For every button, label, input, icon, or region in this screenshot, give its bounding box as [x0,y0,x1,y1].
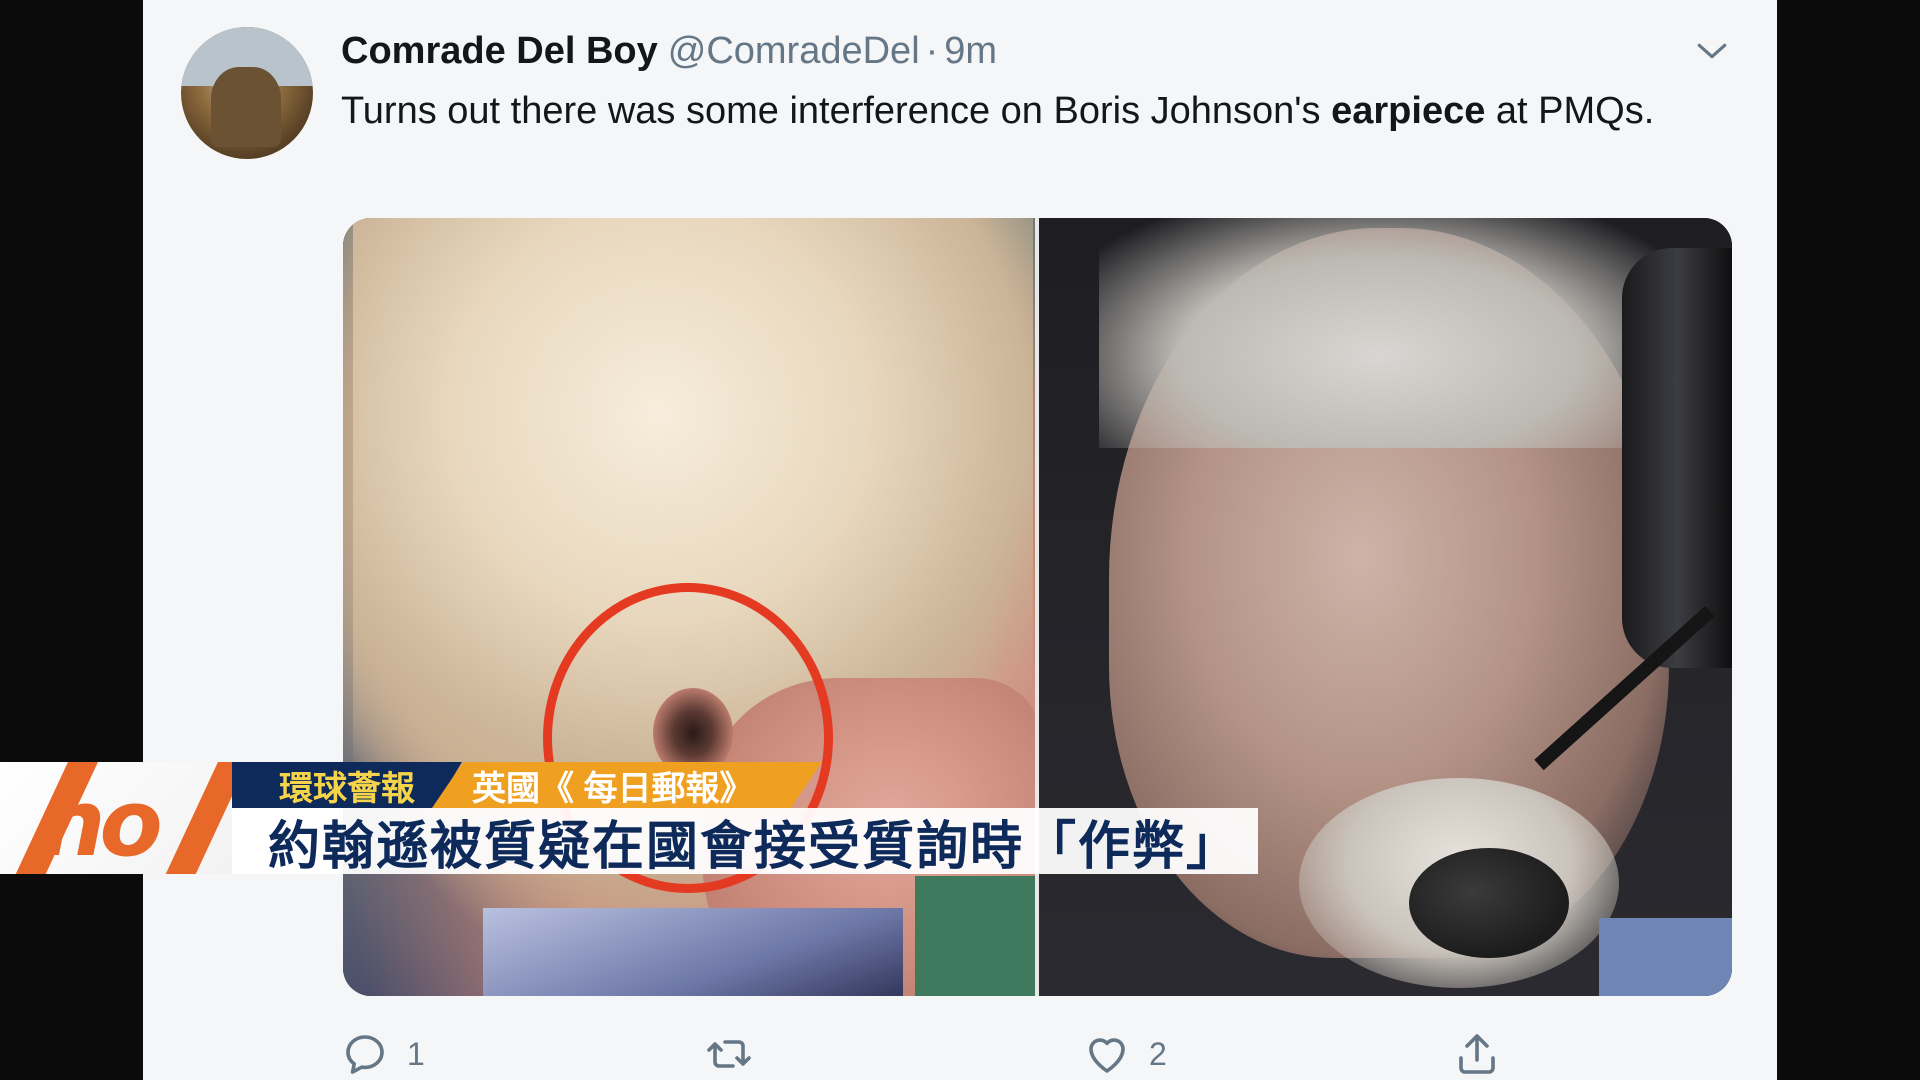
separator-dot: · [925,30,939,72]
user-handle[interactable]: @ComradeDel [668,30,920,72]
retweet-icon [707,1040,751,1068]
display-name[interactable]: Comrade Del Boy [341,30,658,72]
image-headset [1622,248,1732,668]
logo-text: no [40,770,163,874]
like-button[interactable]: 2 [1083,1030,1167,1078]
reply-button[interactable]: 1 [341,1030,425,1078]
image-background [915,876,1035,996]
tweet-card[interactable]: Comrade Del Boy @ComradeDel · 9m Turns out … [143,0,1777,1080]
channel-logo: no [0,762,232,874]
logo-stripe [152,762,232,874]
source-label: 英國《 每日郵報》 [432,762,822,808]
tweet-text-part: at PMQs. [1485,90,1655,132]
tweet-time[interactable]: 9m [944,30,997,72]
avatar[interactable] [181,27,313,159]
ticker-tags: 環球薈報 英國《 每日郵報》 [232,762,822,808]
tweet-text-bold: earpiece [1331,90,1486,132]
media-image-right[interactable] [1039,218,1732,996]
chevron-down-icon[interactable] [1695,34,1729,68]
tweet-text: Turns out there was some interference on… [341,84,1681,138]
heart-icon [1089,1038,1125,1073]
like-count: 2 [1149,1035,1167,1072]
program-label: 環球薈報 [232,762,462,808]
retweet-button[interactable] [705,1030,771,1078]
tweet-text-part: Turns out there was some interference on… [341,90,1332,132]
image-microphone [1409,848,1569,958]
tweet-header: Comrade Del Boy @ComradeDel · 9m [341,30,997,73]
tweet-media[interactable] [343,218,1732,996]
image-shirt [1599,918,1732,996]
share-icon [1459,1034,1495,1074]
avatar-figure [211,67,281,147]
reply-count: 1 [407,1035,425,1072]
image-hair [1099,218,1659,448]
news-ticker: no 環球薈報 英國《 每日郵報》 約翰遜被質疑在國會接受質詢時「作弊」 [0,762,1258,876]
ticker-headline: 約翰遜被質疑在國會接受質詢時「作弊」 [232,808,1258,876]
tweet-actions: 1 2 [341,1030,1541,1080]
reply-icon [346,1035,384,1074]
media-image-left[interactable] [343,218,1043,996]
share-button[interactable] [1453,1030,1501,1078]
image-collar [483,908,903,996]
